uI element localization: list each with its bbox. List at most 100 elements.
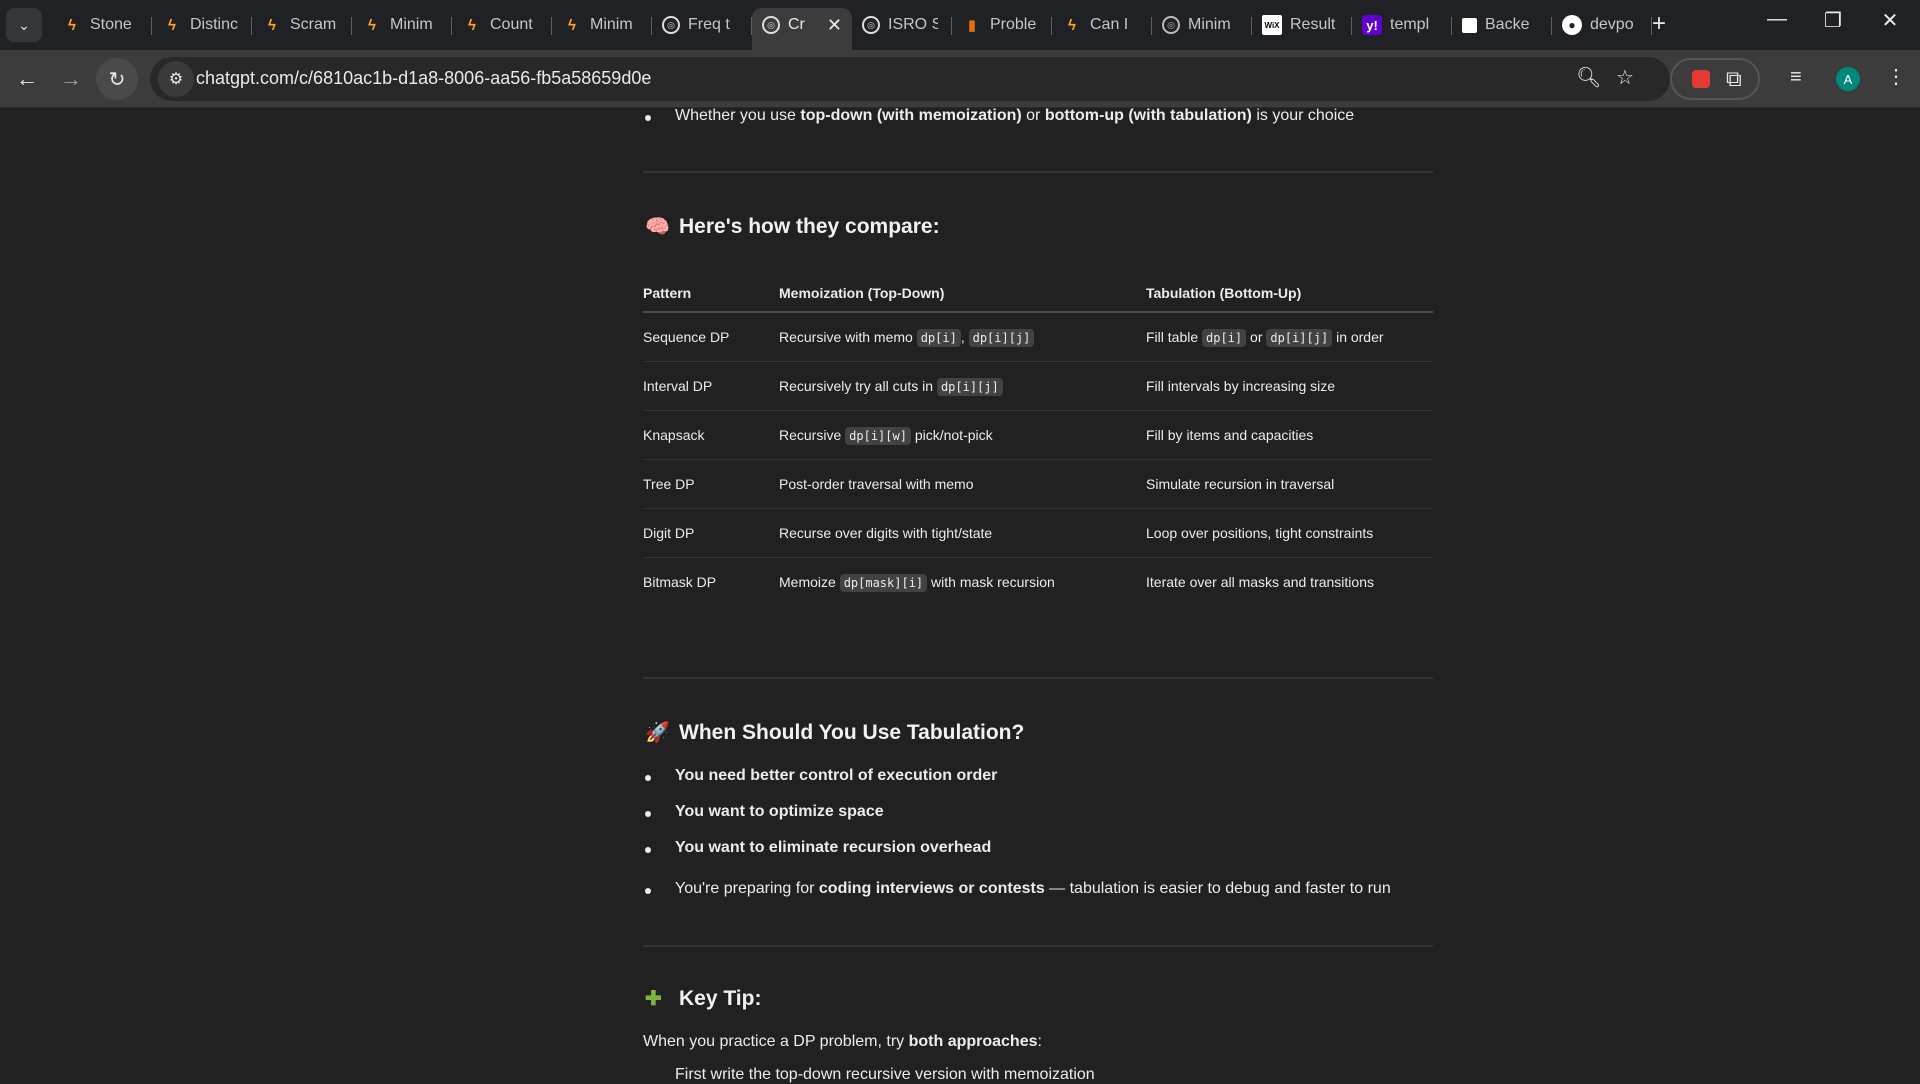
inline-code: dp[i][w] xyxy=(845,426,911,445)
inline-code: dp[mask][i] xyxy=(839,573,928,592)
codeforces-icon: ϟ xyxy=(568,16,576,34)
tab-3[interactable]: ϟ Minim xyxy=(352,8,452,42)
minimize-button[interactable]: — xyxy=(1757,8,1797,31)
arrow-left-icon: ← xyxy=(16,66,38,91)
cell-text: Simulate recursion in traversal xyxy=(1146,475,1335,492)
table-row: Digit DP Recurse over digits with tight/s… xyxy=(643,508,1433,558)
pattern-cell: Interval DP xyxy=(643,361,779,411)
tab-15[interactable]: ● devpo xyxy=(1552,8,1652,42)
list-item: First write the top-down recursive versi… xyxy=(675,1066,1095,1083)
puzzle-icon[interactable]: ⧉ xyxy=(1726,66,1742,92)
tab-11[interactable]: ◎ Minim xyxy=(1152,8,1252,42)
cell-text: Memoize xyxy=(779,573,840,590)
cell-text: with mask recursion xyxy=(927,573,1055,590)
codeforces-icon: ϟ xyxy=(1068,16,1076,34)
memo-cell: Post-order traversal with memo xyxy=(779,459,1146,509)
reload-icon: ↻ xyxy=(108,68,126,91)
list-item: You need better control of execution ord… xyxy=(643,765,1433,787)
tab-title: ISRO S xyxy=(888,16,938,33)
avatar[interactable]: A xyxy=(1836,67,1860,91)
cell-text: Recursive with memo xyxy=(779,328,917,345)
memo-cell: Recursively try all cuts in dp[i][j] xyxy=(779,361,1146,411)
reload-button[interactable]: ↻ xyxy=(96,58,138,100)
table-row: Tree DP Post-order traversal with memo Sim… xyxy=(643,459,1433,509)
tab-8[interactable]: ◎ ISRO S xyxy=(852,8,952,42)
comparison-table: Pattern Memoization (Top-Down) Tabulation … xyxy=(643,274,1433,606)
new-tab-button[interactable]: + xyxy=(1652,10,1666,38)
tab-7[interactable]: ◎ Cr ✕ xyxy=(752,8,852,50)
codeforces-icon: ϟ xyxy=(268,16,276,34)
tab-title: Proble xyxy=(990,16,1037,33)
tab-0[interactable]: ϟ Stone xyxy=(52,8,152,42)
tab-10[interactable]: ϟ Can I xyxy=(1052,8,1152,42)
extension-icon[interactable] xyxy=(1692,70,1710,88)
zoom-icon[interactable]: 🔍︎ xyxy=(1576,65,1601,90)
tab-title: templ xyxy=(1390,16,1430,33)
cell-text: Iterate over all masks and transitions xyxy=(1146,573,1374,590)
section-heading: ✚ Key Tip: xyxy=(645,986,762,1011)
chatgpt-icon: ◎ xyxy=(762,16,780,34)
table-row: Sequence DP Recursive with memo dp[i], dp… xyxy=(643,312,1433,362)
close-tab-icon[interactable]: ✕ xyxy=(827,15,842,36)
site-settings-icon[interactable]: ⚙ xyxy=(158,61,194,97)
tab-title: Count xyxy=(490,16,533,33)
cell-text: pick/not-pick xyxy=(910,426,993,443)
chatgpt-icon: ◎ xyxy=(862,16,880,34)
pattern-cell: Digit DP xyxy=(643,508,779,558)
list-item: You're preparing for coding interviews o… xyxy=(643,878,1433,900)
chevron-down-icon: ⌄ xyxy=(18,16,30,33)
cell-text: Recurse over digits with tight/state xyxy=(779,524,993,541)
tab-search-button[interactable]: ⌄ xyxy=(6,8,42,42)
rocket-icon: 🚀 xyxy=(645,722,670,744)
url-text[interactable]: chatgpt.com/c/6810ac1b-d1a8-8006-aa56-fb… xyxy=(196,68,651,89)
tab-title: Result xyxy=(1290,16,1336,33)
close-window-button[interactable]: ✕ xyxy=(1870,8,1910,33)
back-button[interactable]: ← xyxy=(9,61,45,97)
tab-list: ϟ Stone ϟ Distinc ϟ Scram ϟ Minim ϟ Count ϟ Minim ◎ F… xyxy=(52,8,1652,50)
section-heading: 🧠 Here's how they compare: xyxy=(645,214,940,239)
puzzle-piece-icon: ✚ xyxy=(645,988,662,1010)
tab-1[interactable]: ϟ Distinc xyxy=(152,8,252,42)
tab-5[interactable]: ϟ Minim xyxy=(552,8,652,42)
codeforces-icon: ϟ xyxy=(468,16,476,34)
divider xyxy=(643,945,1433,947)
inline-code: dp[i] xyxy=(916,328,961,347)
forward-button[interactable]: → xyxy=(53,61,89,97)
tab-title: Cr xyxy=(788,16,805,33)
address-bar[interactable]: ⚙ chatgpt.com/c/6810ac1b-d1a8-8006-aa56-… xyxy=(150,57,1670,101)
key-tip-text: When you practice a DP problem, try both… xyxy=(643,1033,1042,1050)
menu-icon[interactable]: ⋮ xyxy=(1886,64,1906,89)
cell-text: in order xyxy=(1332,328,1384,345)
tab-title: Minim xyxy=(1188,16,1231,33)
codeforces-icon: ϟ xyxy=(168,16,176,34)
brain-icon: 🧠 xyxy=(645,216,670,238)
back4app-icon xyxy=(1462,17,1477,33)
cell-text: Fill by items and capacities xyxy=(1146,426,1314,443)
pattern-cell: Tree DP xyxy=(643,459,779,509)
extensions-group: ⧉ xyxy=(1670,58,1760,100)
table-row: Bitmask DP Memoize dp[mask][i] with mask … xyxy=(643,557,1433,606)
tab-12[interactable]: WiX Result xyxy=(1252,8,1352,42)
cell-text: Recursive xyxy=(779,426,846,443)
tab-9[interactable]: ▮ Proble xyxy=(952,8,1052,42)
inline-code: dp[i][j] xyxy=(968,328,1035,347)
tab-6[interactable]: ◎ Freq t xyxy=(652,8,752,42)
table-row: Interval DP Recursively try all cuts in d… xyxy=(643,361,1433,411)
tab-title: Backe xyxy=(1485,16,1530,33)
section-heading: 🚀 When Should You Use Tabulation? xyxy=(645,720,1025,745)
restore-button[interactable]: ❐ xyxy=(1813,8,1853,33)
tab-2[interactable]: ϟ Scram xyxy=(252,8,352,42)
list-item: You want to optimize space xyxy=(643,801,1433,823)
yahoo-icon: y! xyxy=(1362,15,1382,35)
tab-14[interactable]: Backe xyxy=(1452,8,1552,42)
bookmark-star-icon[interactable]: ☆ xyxy=(1616,65,1634,90)
tab-13[interactable]: y! templ xyxy=(1352,8,1452,42)
globe-icon: ◎ xyxy=(1162,16,1180,34)
tab-4[interactable]: ϟ Count xyxy=(452,8,552,42)
tab-title: Minim xyxy=(590,16,633,33)
cell-text: Recursively try all cuts in xyxy=(779,377,937,394)
media-controls-icon[interactable]: ≡ xyxy=(1790,66,1802,89)
tab-cell: Simulate recursion in traversal xyxy=(1146,459,1433,509)
tab-cell: Iterate over all masks and transitions xyxy=(1146,557,1433,606)
memo-cell: Recursive with memo dp[i], dp[i][j] xyxy=(779,312,1146,362)
